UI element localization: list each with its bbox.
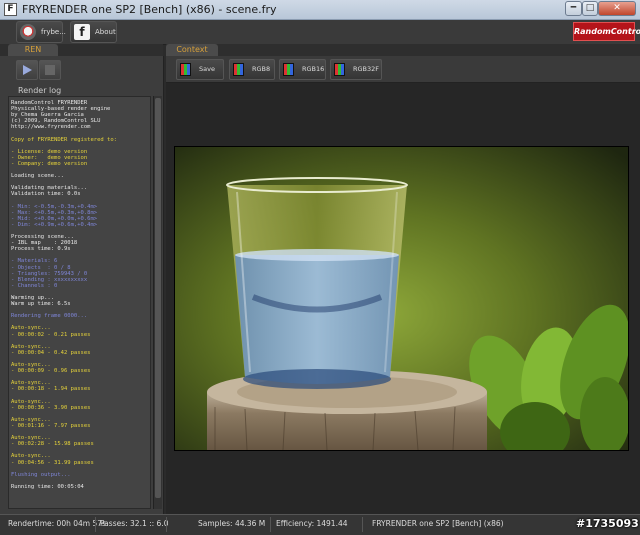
log-scroll-thumb[interactable] bbox=[155, 98, 161, 498]
status-rendertime: Rendertime: 00h 04m 57s bbox=[8, 519, 106, 528]
render-viewport[interactable] bbox=[174, 146, 630, 462]
save-label: Save bbox=[199, 65, 215, 73]
status-bar: Rendertime: 00h 04m 57s Passes: 32.1 :: … bbox=[0, 514, 640, 535]
status-version: FRYRENDER one SP2 [Bench] (x86) bbox=[372, 519, 504, 528]
fry-label: frybe... bbox=[41, 28, 66, 36]
rgb32f-button[interactable]: RGB32F bbox=[330, 59, 382, 80]
rgb16-button[interactable]: RGB16 bbox=[279, 59, 326, 80]
render-panel: Render log RandomControl FRYRENDER Physic… bbox=[0, 56, 164, 514]
rgb8-label: RGB8 bbox=[252, 65, 271, 73]
log-scrollbar[interactable] bbox=[153, 96, 162, 509]
rgb8-icon bbox=[233, 63, 244, 76]
window-titlebar[interactable]: F FRYRENDER one SP2 [Bench] (x86) - scen… bbox=[0, 0, 640, 20]
fry-icon bbox=[20, 24, 36, 40]
left-tabstrip: REN bbox=[0, 44, 163, 56]
rgb32f-label: RGB32F bbox=[353, 65, 380, 73]
status-samples: Samples: 44.36 M bbox=[198, 519, 266, 528]
watermark-text: #1735093 bbox=[576, 517, 639, 530]
status-efficiency: Efficiency: 1491.44 bbox=[276, 519, 348, 528]
minimize-icon: ━ bbox=[570, 3, 577, 13]
about-icon: f bbox=[74, 24, 90, 40]
status-separator bbox=[362, 517, 363, 532]
context-toolbar: Save RGB8 RGB16 RGB32F bbox=[166, 56, 640, 83]
log-line: Running time: 00:05:04 bbox=[11, 483, 84, 490]
rgb32f-icon bbox=[334, 63, 345, 76]
tab-ren[interactable]: REN bbox=[8, 44, 58, 56]
maximize-icon: □ bbox=[585, 3, 595, 13]
close-button[interactable]: ✕ bbox=[598, 1, 636, 16]
save-icon bbox=[180, 63, 191, 76]
save-button[interactable]: Save bbox=[176, 59, 224, 80]
status-separator bbox=[166, 517, 167, 532]
status-separator bbox=[95, 517, 96, 532]
render-log-title: Render log bbox=[18, 86, 62, 95]
main-toolbar: frybe... f About RandomControl bbox=[0, 20, 640, 45]
status-separator bbox=[270, 517, 271, 532]
window-title: FRYRENDER one SP2 [Bench] (x86) - scene.… bbox=[22, 3, 277, 16]
close-icon: ✕ bbox=[613, 3, 621, 13]
rendered-image bbox=[175, 147, 630, 462]
maximize-button[interactable]: □ bbox=[582, 1, 598, 16]
about-button[interactable]: f About bbox=[70, 21, 117, 43]
tab-context[interactable]: Context bbox=[166, 44, 218, 56]
minimize-button[interactable]: ━ bbox=[565, 1, 582, 16]
rgb16-icon bbox=[283, 63, 294, 76]
play-icon bbox=[23, 65, 32, 75]
stop-icon bbox=[45, 65, 55, 75]
fry-button[interactable]: frybe... bbox=[16, 21, 66, 43]
context-panel: Save RGB8 RGB16 RGB32F bbox=[166, 56, 640, 514]
stop-button[interactable] bbox=[39, 60, 61, 80]
status-passes: Passes: 32.1 :: 6.0 bbox=[100, 519, 169, 528]
play-button[interactable] bbox=[16, 60, 38, 80]
brand-logo: RandomControl bbox=[573, 22, 640, 41]
about-label: About bbox=[95, 28, 116, 36]
rgb16-label: RGB16 bbox=[302, 65, 325, 73]
right-tabstrip: Context bbox=[166, 44, 640, 56]
water-glass bbox=[226, 177, 408, 389]
render-log: RandomControl FRYRENDER Physically-based … bbox=[8, 96, 151, 509]
rgb8-button[interactable]: RGB8 bbox=[229, 59, 275, 80]
app-icon: F bbox=[4, 3, 17, 16]
